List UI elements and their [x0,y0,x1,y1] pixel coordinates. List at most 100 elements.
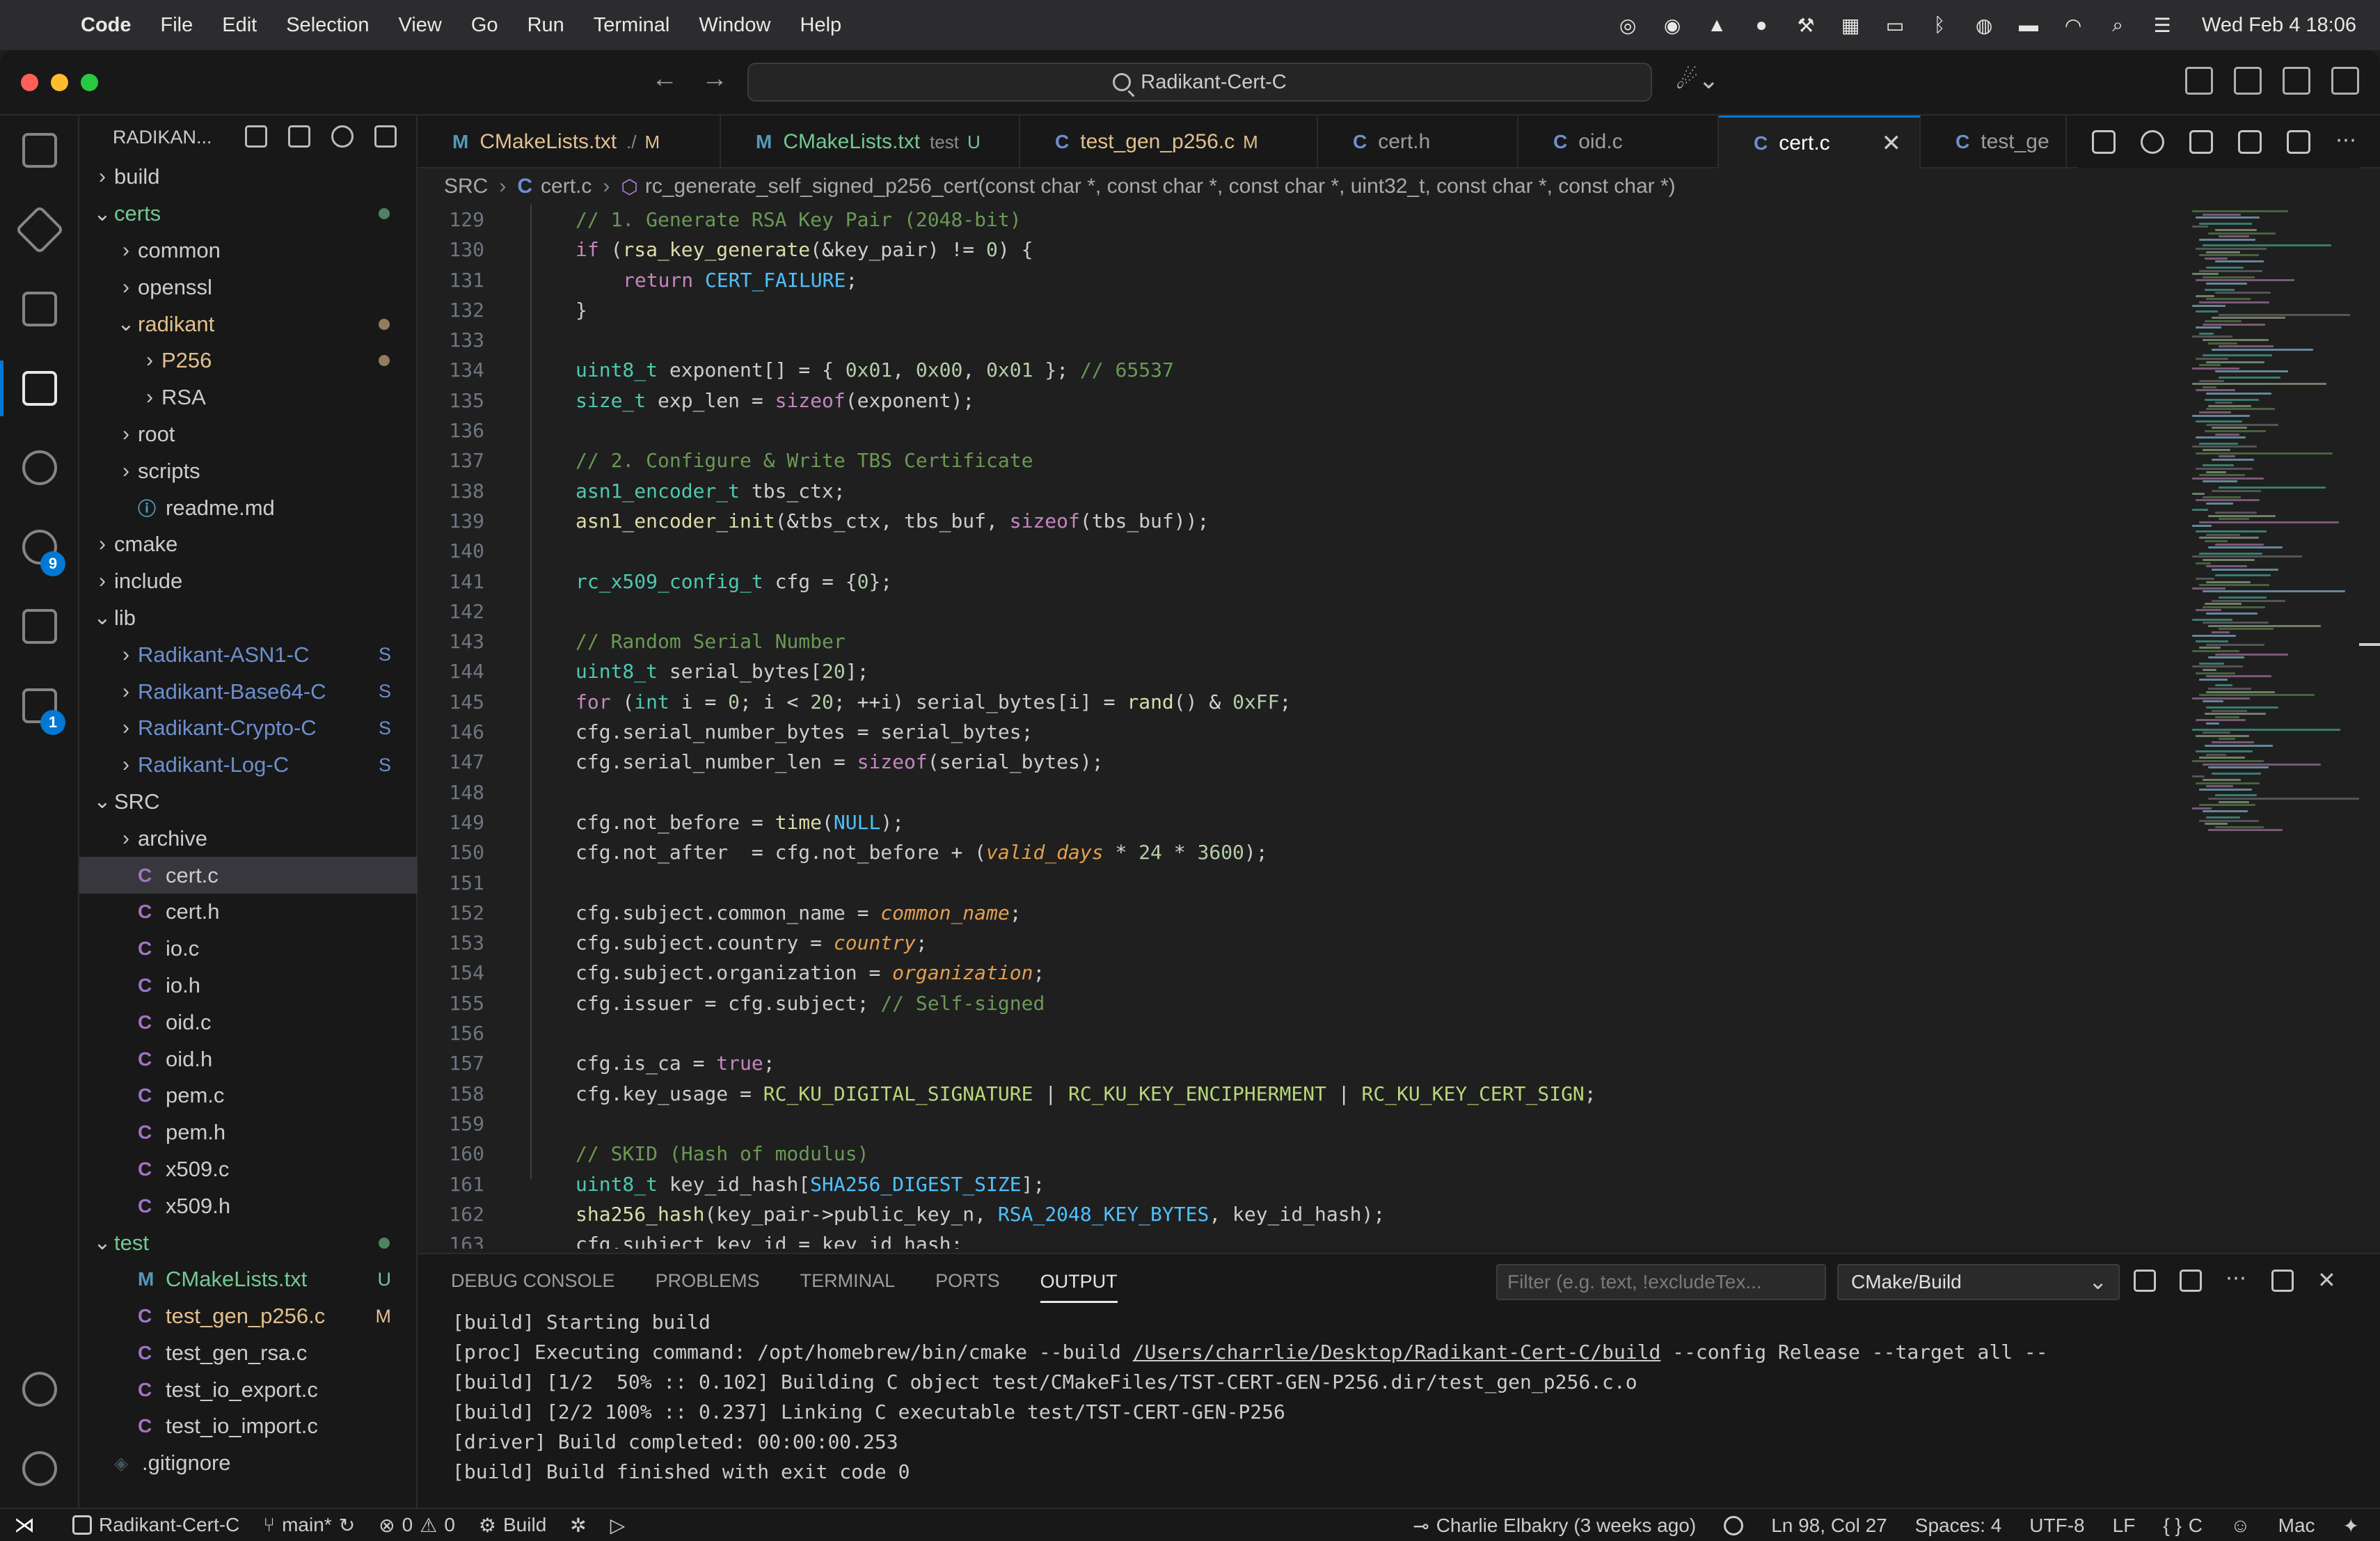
panel-tab-problems[interactable]: PROBLEMS [656,1270,760,1292]
forward-arrow-icon[interactable]: → [701,64,728,94]
tree-item[interactable]: M CMakeLists.txt U [79,1261,418,1298]
menu-window[interactable]: Window [699,14,770,37]
close-window-button[interactable] [21,74,38,91]
line-number[interactable]: 129 [418,205,484,235]
tree-item[interactable]: Cx509.h [79,1187,418,1224]
tree-item[interactable]: Ctest_io_export.c [79,1371,418,1408]
back-arrow-icon[interactable]: ← [651,64,678,94]
menu-terminal[interactable]: Terminal [594,14,670,37]
editor-tab[interactable]: Ccert.h [1318,116,1518,168]
code-editor[interactable]: 129 // 1. Generate RSA Key Pair (2048-bit… [418,205,2380,1249]
line-number[interactable]: 145 [418,687,484,717]
line-number[interactable]: 155 [418,988,484,1018]
close-icon[interactable]: ✕ [1882,129,1902,157]
wifi-icon[interactable]: ◠ [2061,15,2085,36]
close-icon[interactable]: ✕ [2317,1269,2340,1292]
status-workspace[interactable]: Radikant-Cert-C [72,1514,239,1536]
tree-item[interactable]: Ctest_gen_rsa.c [79,1335,418,1372]
tree-item[interactable]: Ctest_gen_p256.c M [79,1298,418,1335]
toggle-panel-icon[interactable] [2283,67,2310,95]
tree-item[interactable]: › include [79,563,418,600]
menu-run[interactable]: Run [527,14,564,37]
tree-item[interactable]: Cpem.c [79,1077,418,1114]
status-blame[interactable]: ⊸ Charlie Elbakry (3 weeks ago) [1413,1515,1696,1538]
line-number[interactable]: 130 [418,235,484,264]
tree-item[interactable]: ◈ .gitignore [79,1445,418,1482]
activity-run-debug[interactable] [0,592,79,661]
menu-go[interactable]: Go [471,14,498,37]
spotlight-search-icon[interactable]: ⌕ [2106,14,2129,35]
line-number[interactable]: 140 [418,536,484,566]
output-path-link[interactable]: /Users/charrlie/Desktop/Radikant-Cert-C/… [1133,1341,1661,1364]
minimize-window-button[interactable] [51,74,68,91]
line-number[interactable]: 138 [418,476,484,506]
tree-item[interactable]: › openssl [79,269,418,306]
line-number[interactable]: 162 [418,1199,484,1229]
gear-icon[interactable] [2141,130,2164,154]
line-number[interactable]: 150 [418,837,484,867]
tree-item[interactable]: Ccert.c [79,857,418,894]
zoom-window-button[interactable] [81,74,98,91]
tree-item[interactable]: › archive [79,820,418,857]
battery-icon[interactable]: ▬ [2017,14,2040,35]
activity-accounts[interactable] [0,1354,79,1424]
user-icon[interactable]: ◍ [1972,15,1996,36]
line-number[interactable]: 157 [418,1048,484,1078]
tree-item[interactable]: › RSA [79,379,418,416]
activity-explorer-alt[interactable] [0,116,79,185]
panel-tab-debug-console[interactable]: DEBUG CONSOLE [451,1270,615,1292]
tree-item[interactable]: ⓘ readme.md [79,489,418,526]
tree-item[interactable]: Ctest_io_import.c [79,1408,418,1445]
tree-item[interactable]: ⌄ radikant [79,306,418,342]
activity-explorer[interactable] [0,354,79,423]
grid-icon[interactable]: ▦ [1839,15,1862,36]
record-icon[interactable]: ● [1750,14,1773,35]
line-number[interactable]: 146 [418,717,484,747]
tree-item[interactable]: Cio.c [79,931,418,967]
status-eol[interactable]: LF [2113,1515,2136,1537]
panel-tab-terminal[interactable]: TERMINAL [800,1270,896,1292]
activity-source-control[interactable]: 9 [0,512,79,582]
activity-manage[interactable] [0,1434,79,1503]
tree-item[interactable]: › root [79,416,418,453]
panel-tab-ports[interactable]: PORTS [935,1270,1000,1292]
command-center-search[interactable]: Radikant-Cert-C [747,63,1652,102]
line-number[interactable]: 149 [418,807,484,837]
refresh-icon[interactable] [331,125,354,148]
line-number[interactable]: 160 [418,1139,484,1169]
line-number[interactable]: 161 [418,1169,484,1199]
display-icon[interactable]: ▭ [1883,15,1907,36]
tree-item[interactable]: › scripts [79,452,418,489]
minimap[interactable] [2192,205,2380,1249]
menu-file[interactable]: File [161,14,193,37]
breadcrumb-symbol[interactable]: rc_generate_self_signed_p256_cert(const … [645,175,1676,198]
open-changes-icon[interactable] [2189,130,2213,154]
tree-item[interactable]: › cmake [79,526,418,563]
status-encoding[interactable]: UTF-8 [2029,1515,2084,1537]
toggle-primary-sidebar-icon[interactable] [2234,67,2262,95]
status-debug[interactable]: ✲ [570,1514,586,1537]
tree-item[interactable]: › common [79,232,418,269]
line-number[interactable]: 142 [418,596,484,626]
line-number[interactable]: 154 [418,958,484,988]
editor-tab[interactable]: Coid.c [1518,116,1719,168]
clear-output-icon[interactable] [2134,1270,2156,1292]
editor-tab[interactable]: M CMakeLists.txt test U [721,116,1020,168]
line-number[interactable]: 131 [418,265,484,295]
line-number[interactable]: 156 [418,1018,484,1048]
line-number[interactable]: 132 [418,295,484,325]
status-branch[interactable]: ⑂ main* ↻ [263,1514,355,1537]
new-file-icon[interactable] [245,125,267,148]
status-language[interactable]: { } C [2163,1515,2203,1537]
menu-app-code[interactable]: Code [81,14,132,37]
tree-item[interactable]: › build [79,159,418,196]
editor-tab[interactable]: Ccert.c ✕ [1719,116,1921,168]
control-center-icon[interactable]: ☰ [2150,15,2174,36]
status-problems[interactable]: ⊗ 0 ⚠ 0 [379,1514,455,1537]
editor-tab[interactable]: Ctest_ge [1921,116,2067,168]
openai-icon[interactable]: ◎ [1616,15,1640,36]
split-editor-icon[interactable] [2287,130,2310,154]
tree-item[interactable]: › Radikant-Log-C S [79,747,418,784]
tree-item[interactable]: › Radikant-ASN1-C S [79,636,418,673]
tree-item[interactable]: Cio.h [79,967,418,1004]
